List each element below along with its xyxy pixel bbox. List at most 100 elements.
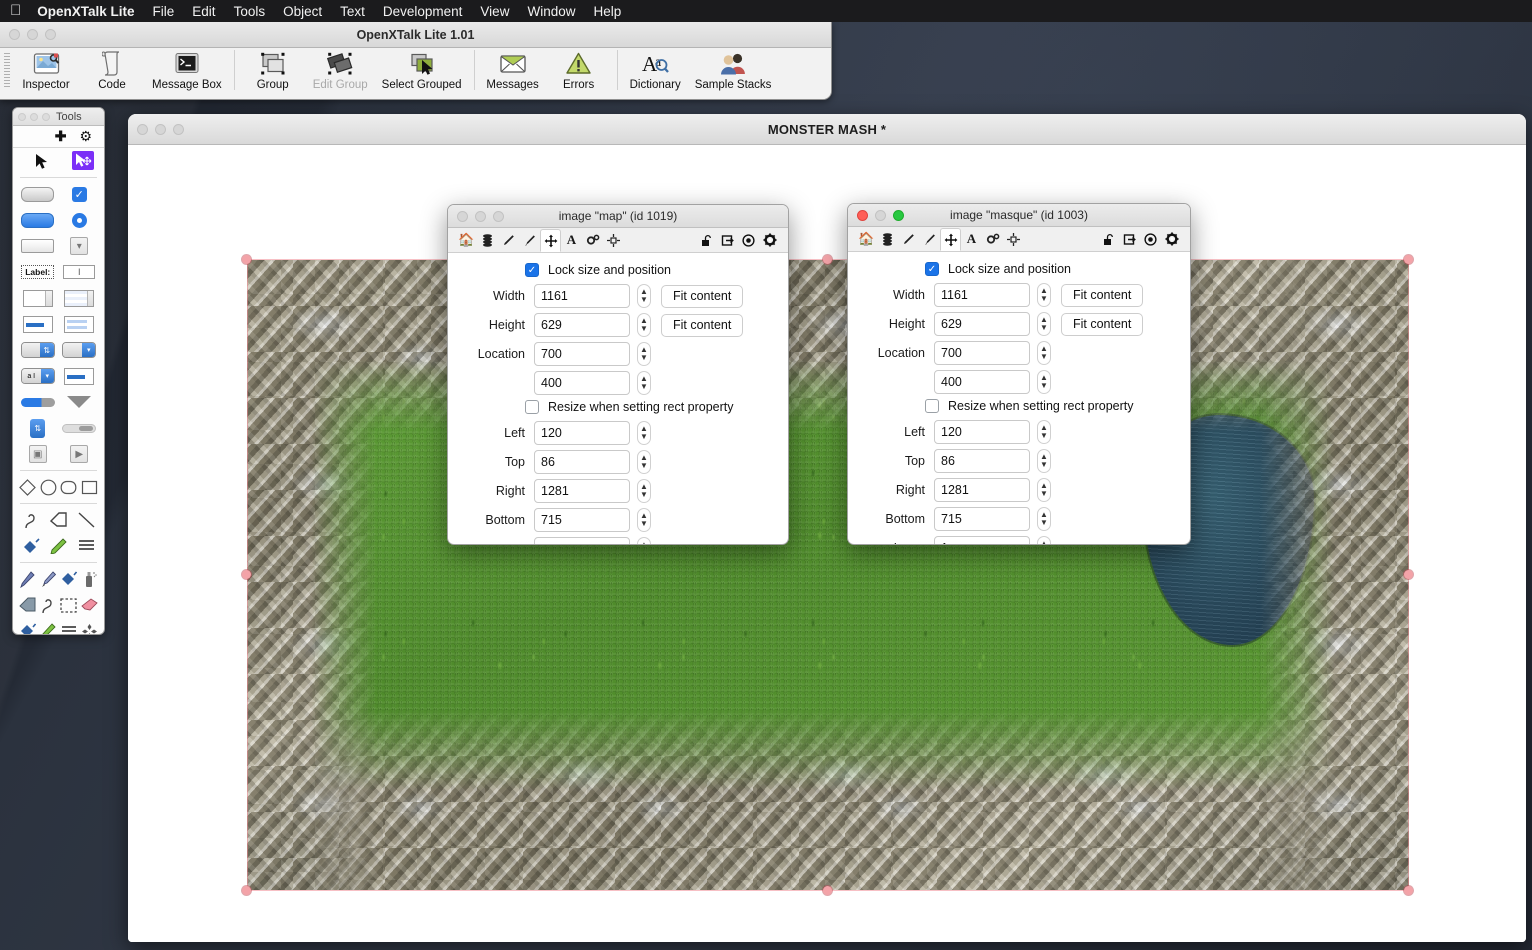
pencil-icon[interactable] [498, 229, 519, 252]
stack-window-titlebar[interactable]: MONSTER MASH * [128, 114, 1526, 145]
openxtalk-toolbar[interactable]: Inspector Code Message Box Group Edit Gr… [0, 48, 831, 99]
bottom-input[interactable]: 715 [934, 507, 1030, 531]
align-icon[interactable] [1003, 228, 1024, 251]
toolbar-button-select-grouped[interactable]: Select Grouped [375, 48, 469, 91]
top-row[interactable]: Top 86 ▲ ▼ [862, 449, 1176, 473]
width-row[interactable]: Width 1161 ▲ ▼ Fit content [462, 284, 774, 308]
height-stepper[interactable]: ▲ ▼ [637, 313, 651, 337]
polygon-tool[interactable] [45, 510, 71, 530]
tools-row-vector[interactable] [13, 507, 104, 533]
bottom-row[interactable]: Bottom 715 ▲ ▼ [862, 507, 1176, 531]
tools-row-paint1[interactable] [13, 566, 104, 592]
resize-rect-checkbox[interactable] [925, 399, 939, 413]
left-input[interactable]: 120 [934, 420, 1030, 444]
lock-size-position-checkbox[interactable]: ✓ [925, 262, 939, 276]
minimize-button[interactable] [475, 210, 486, 222]
eraser-tool[interactable] [80, 595, 100, 615]
zoom-button[interactable] [173, 123, 184, 135]
align-icon[interactable] [603, 229, 624, 252]
layer-row[interactable]: Layer 1 ▲▼ [862, 536, 1176, 544]
resize-rect-checkbox[interactable] [525, 400, 539, 414]
gear-icon[interactable]: ⚙ [79, 128, 92, 145]
inspector-masque-tabbar[interactable]: 🏠 A [848, 227, 1190, 252]
resize-handle-middle-right[interactable] [1404, 570, 1413, 579]
pencil-tool[interactable] [17, 569, 37, 589]
tooltip-shape-tool[interactable] [60, 392, 98, 412]
width-stepper[interactable]: ▲ ▼ [637, 284, 651, 308]
tools-row-9[interactable] [13, 389, 104, 415]
tools-row-8[interactable]: a I ▾ [13, 363, 104, 389]
tools-row-paint2[interactable] [13, 592, 104, 618]
resize-handle-top-left[interactable] [242, 255, 251, 264]
browse-move-icon[interactable] [72, 151, 95, 170]
brush-tool[interactable] [38, 569, 58, 589]
toolbar-button-sample-stacks[interactable]: Sample Stacks [688, 48, 779, 91]
layers-icon[interactable] [877, 228, 898, 251]
toolbar-button-code[interactable]: Code [79, 48, 145, 91]
gear-icon[interactable] [759, 229, 780, 252]
minimize-button[interactable] [155, 123, 166, 135]
layer-input[interactable]: 2 [534, 537, 630, 544]
resize-handle-top-center[interactable] [823, 255, 832, 264]
toolbar-button-messages[interactable]: Messages [480, 48, 546, 91]
apple-logo-icon[interactable]:  [10, 3, 21, 20]
home-icon[interactable]: 🏠 [456, 229, 477, 252]
right-row[interactable]: Right 1281 ▲ ▼ [462, 479, 774, 503]
resize-rect-row[interactable]: Resize when setting rect property [525, 400, 774, 414]
location-x-input[interactable]: 700 [934, 341, 1030, 365]
paint-pencil-tool[interactable] [38, 621, 58, 634]
tools-row-7[interactable]: ⇅ ▾ [13, 337, 104, 363]
unlock-icon[interactable] [696, 229, 717, 252]
resize-handle-bottom-right[interactable] [1404, 886, 1413, 895]
tab-panel-tool[interactable] [60, 366, 98, 386]
gears-icon[interactable] [982, 228, 1003, 251]
minimize-button[interactable] [30, 112, 38, 121]
oval-shape-tool[interactable] [38, 477, 58, 497]
label-field-tool[interactable]: Label: [19, 262, 57, 282]
right-row[interactable]: Right 1281 ▲ ▼ [862, 478, 1176, 502]
radio-button-tool[interactable] [60, 210, 98, 230]
left-row[interactable]: Left 120 ▲ ▼ [462, 421, 774, 445]
left-input[interactable]: 120 [534, 421, 630, 445]
right-input[interactable]: 1281 [934, 478, 1030, 502]
location-y-input[interactable]: 400 [534, 371, 630, 395]
close-button[interactable] [9, 29, 20, 40]
inspector-window-map[interactable]: image "map" (id 1019) 🏠 A ✓ Lock size an… [447, 204, 789, 545]
tools-row-shapes[interactable] [13, 474, 104, 500]
width-input[interactable]: 1161 [934, 283, 1030, 307]
top-input[interactable]: 86 [934, 449, 1030, 473]
layer-stepper[interactable]: ▲▼ [1037, 536, 1051, 544]
zoom-button[interactable] [42, 112, 50, 121]
location-x-row[interactable]: Location 700 ▲ ▼ [862, 341, 1176, 365]
gear-icon[interactable] [1161, 228, 1182, 251]
text-A-icon[interactable]: A [961, 228, 982, 251]
bottom-row[interactable]: Bottom 715 ▲ ▼ [462, 508, 774, 532]
height-row[interactable]: Height 629 ▲ ▼ Fit content [462, 313, 774, 337]
left-stepper[interactable]: ▲ ▼ [637, 421, 651, 445]
tools-row-10[interactable]: ⇅ [13, 415, 104, 441]
resize-handle-bottom-left[interactable] [242, 886, 251, 895]
toolbar-button-dictionary[interactable]: A a Dictionary [623, 48, 688, 92]
progress-bar-tool[interactable] [19, 314, 57, 334]
inspector-window-masque[interactable]: image "masque" (id 1003) 🏠 A ✓ Lock size… [847, 203, 1191, 545]
toolbar-button-message-box[interactable]: Message Box [145, 48, 229, 91]
top-stepper[interactable]: ▲ ▼ [637, 450, 651, 474]
menu-item-window[interactable]: Window [527, 4, 575, 19]
openxtalk-titlebar[interactable]: OpenXTalk Lite 1.01 [0, 22, 831, 48]
home-icon[interactable]: 🏠 [856, 228, 877, 251]
layer-stepper[interactable]: ▲▼ [637, 537, 651, 544]
slider-tool[interactable] [19, 392, 57, 412]
toolbar-button-group[interactable]: Group [240, 48, 306, 91]
toolbar-button-edit-group[interactable]: Edit Group [306, 48, 375, 91]
width-stepper[interactable]: ▲ ▼ [1037, 283, 1051, 307]
bottom-stepper[interactable]: ▲ ▼ [1037, 507, 1051, 531]
text-A-icon[interactable]: A [561, 229, 582, 252]
toolbar-drag-grip[interactable] [4, 53, 10, 87]
tools-row-5[interactable] [13, 285, 104, 311]
paint-lines-tool[interactable] [59, 621, 79, 634]
paint-polygon-tool[interactable] [17, 595, 37, 615]
right-stepper[interactable]: ▲ ▼ [1037, 478, 1051, 502]
inspector-masque-traffic-lights[interactable] [857, 209, 904, 221]
width-fit-content-button[interactable]: Fit content [661, 284, 744, 308]
text-input-field-tool[interactable]: I [60, 262, 98, 282]
